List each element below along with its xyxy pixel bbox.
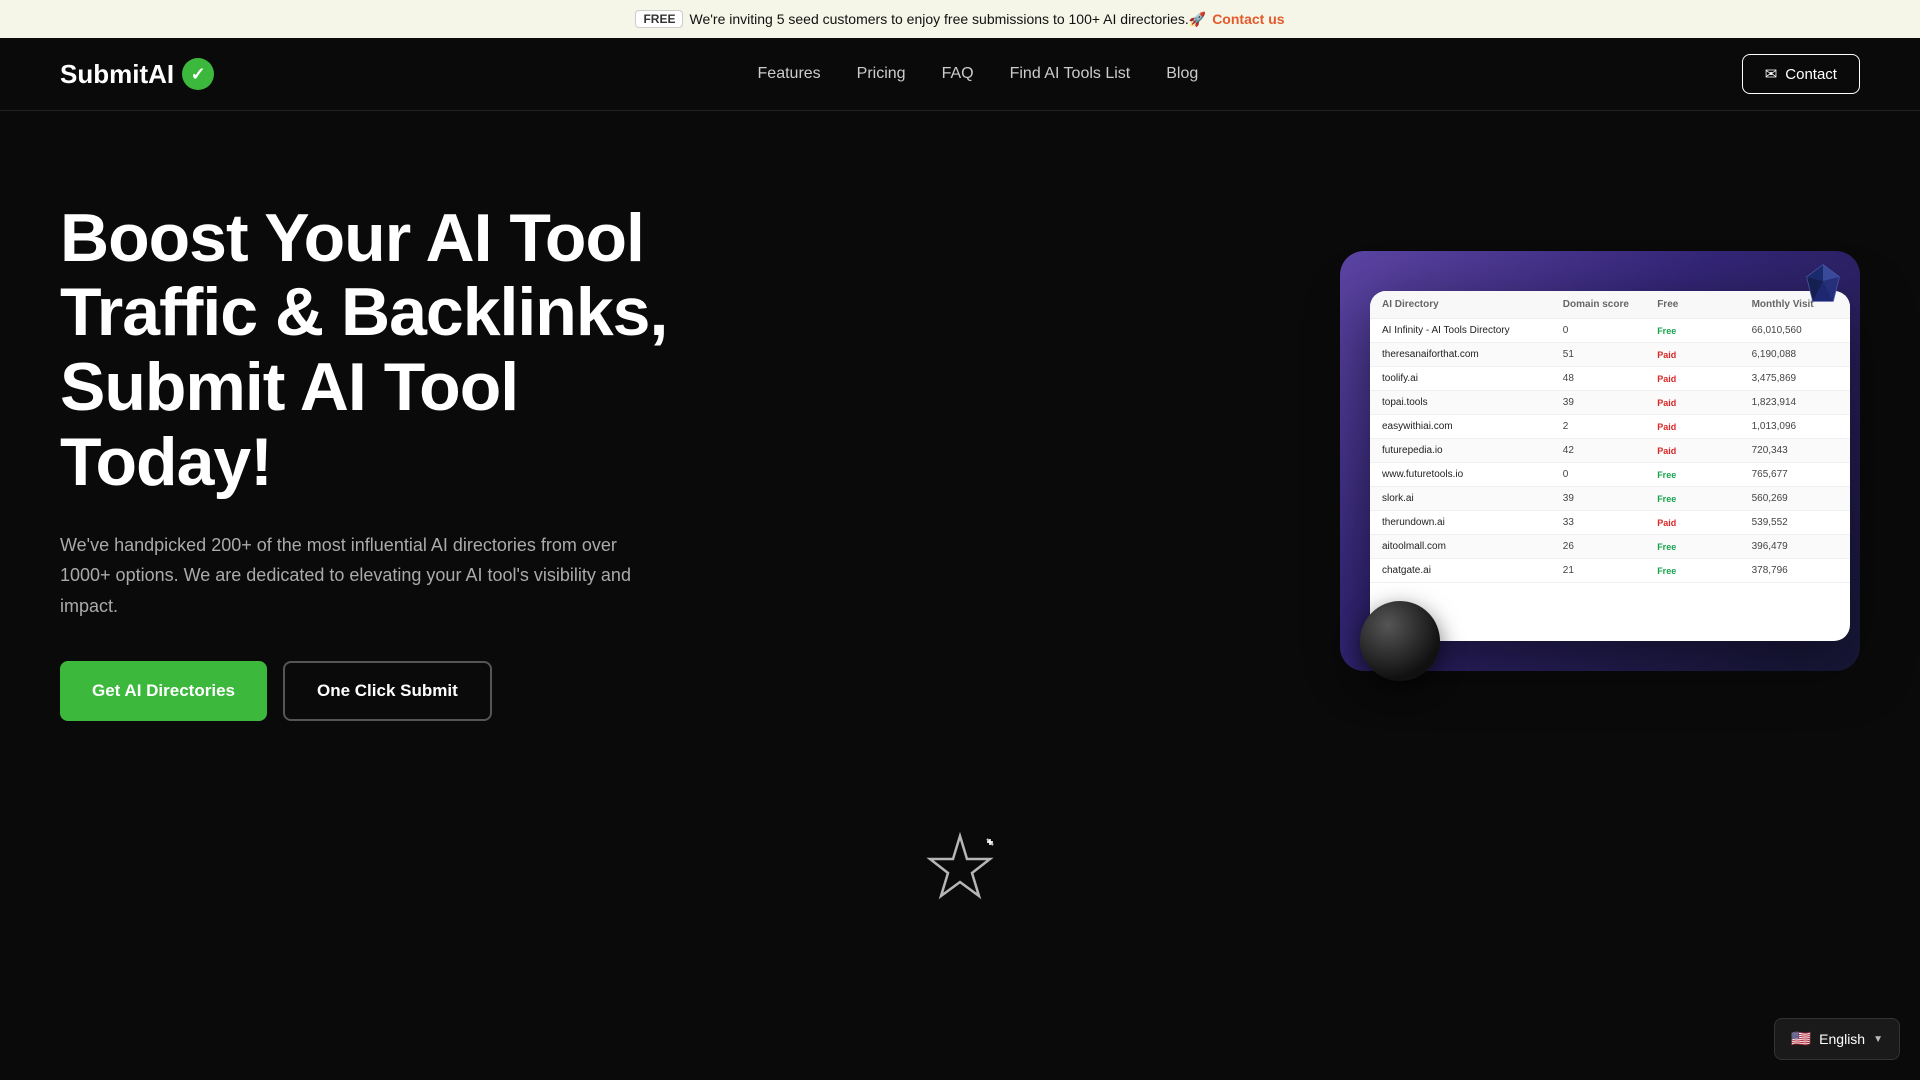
language-flag: 🇺🇸 — [1791, 1029, 1811, 1049]
hero-description: We've handpicked 200+ of the most influe… — [60, 530, 640, 622]
table-row: therundown.ai 33 Paid 539,552 — [1370, 511, 1850, 535]
navbar: SubmitAI ✓ Features Pricing FAQ Find AI … — [0, 38, 1920, 111]
bottom-section — [0, 791, 1920, 921]
row-visits: 765,677 — [1752, 469, 1838, 480]
row-visits: 720,343 — [1752, 445, 1838, 456]
row-type: Free — [1657, 470, 1676, 480]
row-visits: 66,010,560 — [1752, 325, 1838, 336]
row-type: Paid — [1657, 518, 1676, 528]
directory-table-card: AI Directory Domain score Free Monthly V… — [1370, 291, 1850, 641]
row-visits: 396,479 — [1752, 541, 1838, 552]
row-name: therundown.ai — [1382, 517, 1555, 528]
language-label: English — [1819, 1031, 1865, 1047]
row-type: Paid — [1657, 374, 1676, 384]
row-visits: 6,190,088 — [1752, 349, 1838, 360]
contact-button[interactable]: ✉ Contact — [1742, 54, 1860, 94]
row-name: www.futuretools.io — [1382, 469, 1555, 480]
nav-item-pricing[interactable]: Pricing — [857, 65, 906, 83]
logo-text: SubmitAI — [60, 59, 174, 90]
col-header-score: Domain score — [1563, 299, 1649, 310]
col-header-free: Free — [1657, 299, 1743, 310]
row-visits: 560,269 — [1752, 493, 1838, 504]
row-score: 0 — [1563, 469, 1649, 480]
row-type: Free — [1657, 542, 1676, 552]
row-type: Paid — [1657, 446, 1676, 456]
col-header-directory: AI Directory — [1382, 299, 1555, 310]
nav-item-find-ai-tools[interactable]: Find AI Tools List — [1010, 65, 1131, 83]
chevron-down-icon: ▼ — [1873, 1034, 1883, 1045]
row-visits: 1,013,096 — [1752, 421, 1838, 432]
nav-item-features[interactable]: Features — [758, 65, 821, 83]
free-badge: FREE — [635, 10, 683, 28]
hero-heading: Boost Your AI Tool Traffic & Backlinks, … — [60, 201, 667, 500]
top-banner: FREE We're inviting 5 seed customers to … — [0, 0, 1920, 38]
hero-left: Boost Your AI Tool Traffic & Backlinks, … — [60, 201, 667, 722]
envelope-icon: ✉ — [1765, 65, 1778, 83]
row-score: 33 — [1563, 517, 1649, 528]
black-orb-3d-icon — [1360, 601, 1440, 681]
row-name: easywithiai.com — [1382, 421, 1555, 432]
logo[interactable]: SubmitAI ✓ — [60, 58, 214, 90]
hero-right-panel: AI Directory Domain score Free Monthly V… — [1340, 251, 1860, 671]
table-row: theresanaiforthat.com 51 Paid 6,190,088 — [1370, 343, 1850, 367]
row-visits: 1,823,914 — [1752, 397, 1838, 408]
row-score: 42 — [1563, 445, 1649, 456]
row-visits: 539,552 — [1752, 517, 1838, 528]
row-score: 48 — [1563, 373, 1649, 384]
row-name: chatgate.ai — [1382, 565, 1555, 576]
row-name: topai.tools — [1382, 397, 1555, 408]
table-row: topai.tools 39 Paid 1,823,914 — [1370, 391, 1850, 415]
banner-contact-link[interactable]: Contact us — [1212, 11, 1284, 27]
row-visits: 378,796 — [1752, 565, 1838, 576]
nav-links: Features Pricing FAQ Find AI Tools List … — [758, 65, 1199, 83]
row-score: 2 — [1563, 421, 1649, 432]
table-body: AI Infinity - AI Tools Directory 0 Free … — [1370, 319, 1850, 583]
row-type: Free — [1657, 494, 1676, 504]
row-name: AI Infinity - AI Tools Directory — [1382, 325, 1555, 336]
row-score: 51 — [1563, 349, 1649, 360]
star-sparkle-icon — [925, 831, 995, 901]
row-name: theresanaiforthat.com — [1382, 349, 1555, 360]
one-click-submit-button[interactable]: One Click Submit — [283, 661, 492, 721]
row-score: 39 — [1563, 493, 1649, 504]
table-row: easywithiai.com 2 Paid 1,013,096 — [1370, 415, 1850, 439]
row-score: 0 — [1563, 325, 1649, 336]
row-type: Paid — [1657, 422, 1676, 432]
language-selector[interactable]: 🇺🇸 English ▼ — [1774, 1018, 1900, 1060]
row-name: slork.ai — [1382, 493, 1555, 504]
row-score: 21 — [1563, 565, 1649, 576]
table-row: futurepedia.io 42 Paid 720,343 — [1370, 439, 1850, 463]
nav-item-blog[interactable]: Blog — [1166, 65, 1198, 83]
table-row: slork.ai 39 Free 560,269 — [1370, 487, 1850, 511]
row-name: futurepedia.io — [1382, 445, 1555, 456]
get-ai-directories-button[interactable]: Get AI Directories — [60, 661, 267, 721]
row-name: toolify.ai — [1382, 373, 1555, 384]
table-row: aitoolmall.com 26 Free 396,479 — [1370, 535, 1850, 559]
nav-item-faq[interactable]: FAQ — [942, 65, 974, 83]
row-type: Free — [1657, 566, 1676, 576]
gem-3d-icon — [1801, 261, 1845, 305]
hero-section: Boost Your AI Tool Traffic & Backlinks, … — [0, 111, 1920, 791]
table-header: AI Directory Domain score Free Monthly V… — [1370, 291, 1850, 319]
table-row: toolify.ai 48 Paid 3,475,869 — [1370, 367, 1850, 391]
table-row: AI Infinity - AI Tools Directory 0 Free … — [1370, 319, 1850, 343]
row-type: Free — [1657, 326, 1676, 336]
row-type: Paid — [1657, 350, 1676, 360]
hero-buttons: Get AI Directories One Click Submit — [60, 661, 667, 721]
table-row: chatgate.ai 21 Free 378,796 — [1370, 559, 1850, 583]
contact-button-label: Contact — [1785, 66, 1837, 83]
row-score: 39 — [1563, 397, 1649, 408]
banner-text: We're inviting 5 seed customers to enjoy… — [689, 11, 1206, 28]
table-row: www.futuretools.io 0 Free 765,677 — [1370, 463, 1850, 487]
row-type: Paid — [1657, 398, 1676, 408]
star-icon-container — [925, 831, 995, 901]
row-name: aitoolmall.com — [1382, 541, 1555, 552]
row-score: 26 — [1563, 541, 1649, 552]
row-visits: 3,475,869 — [1752, 373, 1838, 384]
logo-checkmark-icon: ✓ — [182, 58, 214, 90]
